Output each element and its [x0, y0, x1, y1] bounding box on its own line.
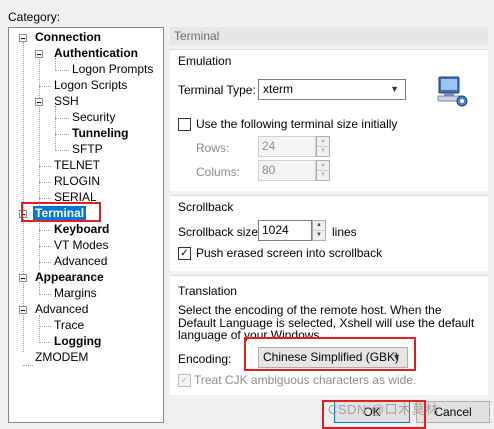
- tree-item-authentication[interactable]: Authentication: [54, 46, 138, 61]
- terminal-type-select[interactable]: xterm ▼: [258, 79, 406, 100]
- push-scrollback-checkbox[interactable]: ✓: [178, 247, 191, 260]
- columns-input[interactable]: 80: [258, 160, 316, 181]
- expand-icon[interactable]: [35, 50, 43, 58]
- scrollback-title: Scrollback: [178, 200, 234, 214]
- terminal-type-label: Terminal Type:: [178, 83, 256, 97]
- translation-group: Translation Select the encoding of the r…: [170, 275, 488, 395]
- tree-item-appearance[interactable]: Appearance: [35, 270, 104, 285]
- translation-title: Translation: [178, 284, 237, 298]
- expand-icon[interactable]: [19, 274, 27, 282]
- tree-item-keyboard[interactable]: Keyboard: [54, 222, 109, 237]
- tree-item-telnet[interactable]: TELNET: [54, 158, 100, 173]
- category-label: Category:: [8, 10, 61, 24]
- tree-item-trace[interactable]: Trace: [54, 318, 84, 333]
- expand-icon[interactable]: [19, 34, 27, 42]
- expand-icon[interactable]: [35, 98, 43, 106]
- translation-description: Select the encoding of the remote host. …: [178, 303, 475, 342]
- use-size-checkbox[interactable]: [178, 118, 191, 131]
- tree-item-zmodem[interactable]: ZMODEM: [35, 350, 88, 365]
- chevron-down-icon: ▼: [390, 84, 399, 94]
- emulation-group: Emulation Terminal Type: xterm ▼ Use the…: [170, 49, 488, 191]
- columns-label: Colums:: [196, 165, 241, 179]
- category-tree[interactable]: Connection Authentication Logon Prompts …: [8, 27, 164, 423]
- panel-title: Terminal: [170, 27, 488, 45]
- tree-item-logging[interactable]: Logging: [54, 334, 101, 349]
- tree-item-logon-scripts[interactable]: Logon Scripts: [54, 78, 127, 93]
- scrollback-size-label: Scrollback size:: [178, 225, 262, 239]
- rows-label: Rows:: [196, 141, 230, 155]
- emulation-title: Emulation: [178, 54, 232, 68]
- tree-item-security[interactable]: Security: [72, 110, 115, 125]
- rows-input[interactable]: 24: [258, 136, 316, 157]
- tree-item-rlogin[interactable]: RLOGIN: [54, 174, 100, 189]
- tree-item-ssh[interactable]: SSH: [54, 94, 79, 109]
- expand-icon[interactable]: [19, 306, 27, 314]
- tree-item-tunneling[interactable]: Tunneling: [72, 126, 128, 141]
- use-size-label: Use the following terminal size initiall…: [196, 117, 398, 131]
- rows-spinner[interactable]: ▲ ▼: [316, 136, 330, 157]
- scrollback-size-input[interactable]: 1024: [258, 220, 312, 241]
- highlight-box: [244, 337, 416, 371]
- scrollback-unit: lines: [332, 225, 357, 239]
- highlight-box: [21, 202, 101, 222]
- tree-item-logon-prompts[interactable]: Logon Prompts: [72, 62, 153, 77]
- watermark: CSDN @口木莫林: [328, 402, 439, 417]
- tree-item-margins[interactable]: Margins: [54, 286, 97, 301]
- tree-item-sftp[interactable]: SFTP: [72, 142, 103, 157]
- cjk-wide-label: Treat CJK ambiguous characters as wide.: [194, 373, 417, 387]
- tree-item-connection[interactable]: Connection: [35, 30, 101, 45]
- tree-item-terminal-advanced[interactable]: Advanced: [54, 254, 107, 269]
- cjk-wide-checkbox[interactable]: ✓: [178, 374, 191, 387]
- terminal-settings-icon: [436, 76, 470, 108]
- tree-item-vt-modes[interactable]: VT Modes: [54, 238, 108, 253]
- columns-spinner[interactable]: ▲ ▼: [316, 160, 330, 181]
- tree-item-advanced[interactable]: Advanced: [35, 302, 88, 317]
- scrollback-group: Scrollback Scrollback size: 1024 ▲ ▼ line…: [170, 195, 488, 271]
- encoding-label: Encoding:: [178, 352, 232, 366]
- scrollback-size-spinner[interactable]: ▲ ▼: [312, 220, 326, 241]
- push-scrollback-label: Push erased screen into scrollback: [196, 246, 383, 260]
